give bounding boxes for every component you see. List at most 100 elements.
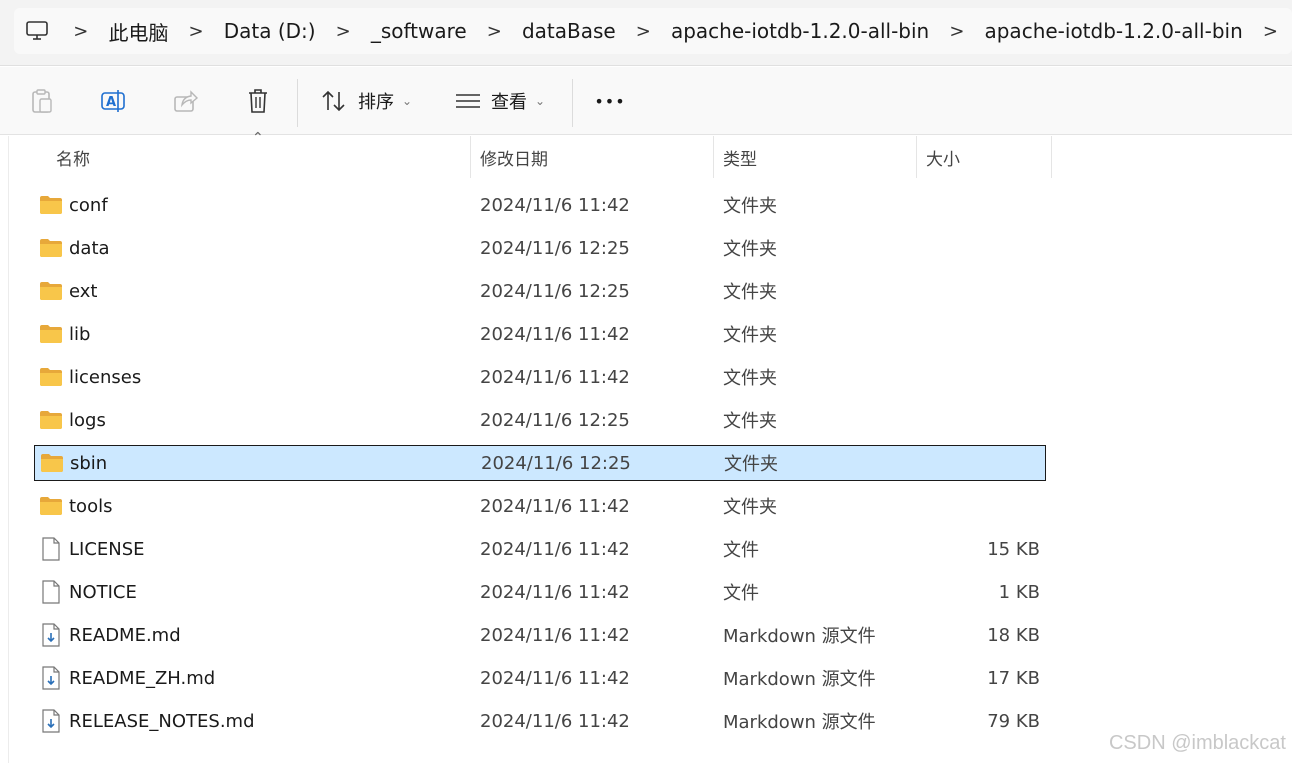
file-date: 2024/11/6 12:25 [480,280,630,302]
column-header-size[interactable]: 大小 [926,136,1050,178]
file-type: Markdown 源文件 [723,626,876,647]
column-separator[interactable] [1051,136,1052,178]
table-row[interactable]: licenses 2024/11/6 11:42 文件夹 [34,359,1046,395]
file-date: 2024/11/6 11:42 [480,323,630,345]
rename-button[interactable]: A [94,81,134,121]
breadcrumb-separator[interactable]: > [59,21,102,42]
table-row[interactable]: RELEASE_NOTES.md 2024/11/6 11:42 Markdown … [34,703,1046,739]
table-row[interactable]: tools 2024/11/6 11:42 文件夹 [34,488,1046,524]
file-name: sbin [70,452,108,474]
markdown-file-icon [38,703,64,739]
chevron-down-icon: ⌄ [535,94,546,108]
column-header-type[interactable]: 类型 [723,136,913,178]
column-header-name[interactable]: 名称 [56,136,468,178]
folder-icon [39,446,65,480]
file-date: 2024/11/6 11:42 [480,624,630,646]
sort-icon [322,90,345,112]
markdown-file-icon [38,617,64,653]
folder-icon [38,316,64,352]
this-pc-icon[interactable] [14,8,59,54]
table-row[interactable]: LICENSE 2024/11/6 11:42 文件 15 KB [34,531,1046,567]
rename-icon: A [101,90,125,112]
file-date: 2024/11/6 11:42 [480,194,630,216]
table-row[interactable]: ext 2024/11/6 12:25 文件夹 [34,273,1046,309]
breadcrumb-item-software[interactable]: _software [365,19,473,43]
file-name: logs [69,409,106,431]
breadcrumb-separator[interactable]: > [935,21,978,42]
breadcrumb-item-this-pc[interactable]: 此电脑 [102,17,174,46]
svg-text:A: A [106,95,116,110]
file-date: 2024/11/6 12:25 [481,452,631,474]
file-size: 17 KB [987,667,1040,689]
file-name: data [69,237,110,259]
table-row[interactable]: data 2024/11/6 12:25 文件夹 [34,230,1046,266]
file-date: 2024/11/6 11:42 [480,667,630,689]
folder-icon [38,488,64,524]
file-name: conf [69,194,108,216]
file-size: 18 KB [987,624,1040,646]
breadcrumb-separator[interactable]: > [622,21,665,42]
sort-button[interactable]: 排序 ⌄ [320,81,420,121]
view-button[interactable]: 查看 ⌄ [455,81,555,121]
file-name: NOTICE [69,581,137,603]
column-header-date[interactable]: 修改日期 [480,136,710,178]
breadcrumb-separator[interactable]: > [322,21,365,42]
folder-icon [38,230,64,266]
file-type: 文件夹 [723,368,777,389]
table-row[interactable]: logs 2024/11/6 12:25 文件夹 [34,402,1046,438]
breadcrumb-item-iotdb-parent[interactable]: apache-iotdb-1.2.0-all-bin [665,19,935,43]
file-name: licenses [69,366,142,388]
file-type: 文件夹 [723,411,777,432]
file-type: 文件夹 [723,282,777,303]
table-row[interactable]: README_ZH.md 2024/11/6 11:42 Markdown 源文件 1… [34,660,1046,696]
toolbar-divider [297,79,298,127]
trash-icon [249,89,267,113]
file-date: 2024/11/6 11:42 [480,581,630,603]
breadcrumb-item-database[interactable]: dataBase [516,19,622,43]
share-icon [174,90,199,112]
file-type: Markdown 源文件 [723,669,876,690]
command-bar: A 排序 ⌄ 查看 ⌄ ••• [0,67,1292,135]
paste-button[interactable] [22,81,62,121]
file-size: 15 KB [987,538,1040,560]
file-size: 79 KB [987,710,1040,732]
file-date: 2024/11/6 11:42 [480,495,630,517]
file-type: 文件 [723,583,759,604]
share-button[interactable] [166,81,206,121]
markdown-file-icon [38,660,64,696]
file-date: 2024/11/6 11:42 [480,538,630,560]
file-date: 2024/11/6 12:25 [480,237,630,259]
column-separator[interactable] [470,136,471,178]
file-list: ⌃ 名称 修改日期 类型 大小 conf 2024/11/6 11:42 文件夹 da… [0,130,1292,763]
paste-icon [32,89,52,113]
file-name: README.md [69,624,181,646]
file-name: LICENSE [69,538,145,560]
file-size: 1 KB [998,581,1040,603]
folder-icon [38,273,64,309]
delete-button[interactable] [238,81,278,121]
breadcrumb-item-drive[interactable]: Data (D:) [218,19,322,43]
table-row[interactable]: README.md 2024/11/6 11:42 Markdown 源文件 18 K… [34,617,1046,653]
address-bar: > 此电脑 > Data (D:) > _software > dataBase… [0,0,1292,66]
table-row[interactable]: lib 2024/11/6 11:42 文件夹 [34,316,1046,352]
table-row-selected[interactable]: sbin 2024/11/6 12:25 文件夹 [34,445,1046,481]
breadcrumb: > 此电脑 > Data (D:) > _software > dataBase… [14,8,1292,54]
breadcrumb-separator[interactable]: > [473,21,516,42]
column-separator[interactable] [713,136,714,178]
file-type: Markdown 源文件 [723,712,876,733]
watermark: CSDN @imblackcat [1108,732,1286,754]
more-options-button[interactable]: ••• [588,81,632,121]
table-row[interactable]: conf 2024/11/6 11:42 文件夹 [34,187,1046,223]
column-separator[interactable] [916,136,917,178]
breadcrumb-separator[interactable]: > [1249,21,1292,42]
sort-label: 排序 [358,92,394,113]
breadcrumb-item-iotdb-current[interactable]: apache-iotdb-1.2.0-all-bin [978,19,1248,43]
file-icon [38,574,64,610]
file-name: lib [69,323,91,345]
table-row[interactable]: NOTICE 2024/11/6 11:42 文件 1 KB [34,574,1046,610]
file-type: 文件夹 [723,196,777,217]
folder-icon [38,359,64,395]
file-icon [38,531,64,567]
file-date: 2024/11/6 11:42 [480,710,630,732]
breadcrumb-separator[interactable]: > [174,21,217,42]
